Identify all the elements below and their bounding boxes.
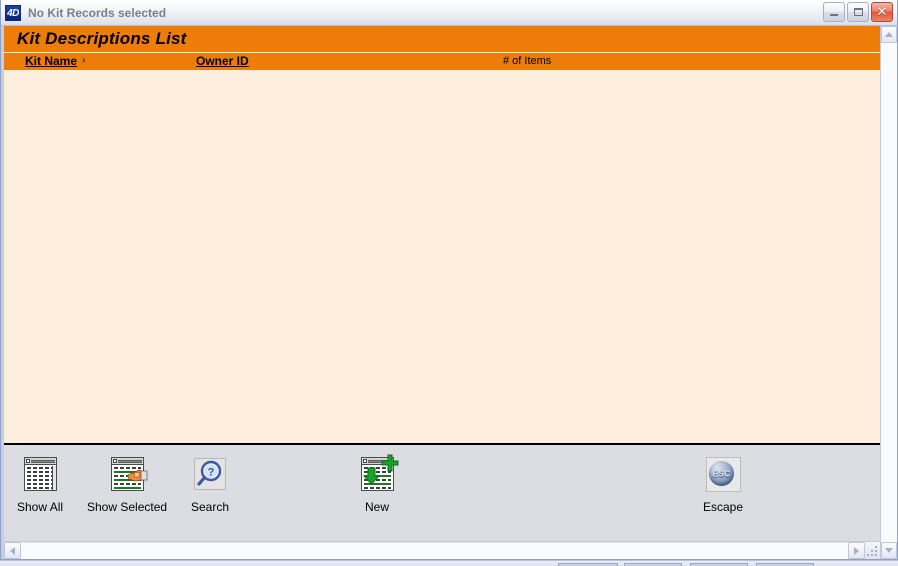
plus-icon bbox=[381, 454, 399, 472]
pointing-hand-icon bbox=[127, 469, 148, 482]
escape-label: Escape bbox=[703, 500, 744, 514]
new-label: New bbox=[364, 500, 389, 514]
column-header-owner-id[interactable]: Owner ID bbox=[196, 54, 249, 68]
esc-sphere-icon: ESC bbox=[703, 456, 743, 496]
download-arrow-icon bbox=[363, 467, 380, 485]
minimize-icon bbox=[824, 3, 844, 21]
window-resize-grip[interactable] bbox=[865, 542, 880, 559]
scroll-up-button[interactable] bbox=[881, 26, 897, 43]
minimize-button[interactable] bbox=[823, 2, 845, 22]
horizontal-scroll-track[interactable] bbox=[21, 542, 848, 559]
maximize-icon bbox=[848, 3, 868, 21]
chevron-right-icon bbox=[854, 546, 859, 555]
page-title: Kit Descriptions List bbox=[17, 29, 187, 48]
chevron-down-icon bbox=[885, 548, 893, 553]
scroll-right-button[interactable] bbox=[848, 542, 865, 559]
magnifier-question-icon: ? bbox=[190, 456, 230, 496]
new-record-plus-icon bbox=[357, 454, 399, 496]
list-rows-area[interactable] bbox=[4, 70, 880, 443]
search-label: Search bbox=[190, 500, 230, 514]
show-selected-label: Show Selected bbox=[87, 500, 168, 514]
show-all-label: Show All bbox=[17, 500, 64, 514]
window-body: Kit Descriptions List Kit Name › Owner I… bbox=[1, 26, 897, 559]
app-logo-icon: 4D bbox=[5, 4, 21, 21]
escape-button[interactable]: ESC Escape bbox=[703, 456, 743, 514]
content-column: Kit Descriptions List Kit Name › Owner I… bbox=[1, 26, 880, 559]
window-controls: ✕ bbox=[823, 2, 893, 22]
chevron-left-icon bbox=[10, 546, 15, 555]
scroll-left-button[interactable] bbox=[4, 542, 21, 559]
list-column-headers: Kit Name › Owner ID # of Items bbox=[4, 53, 880, 70]
show-selected-button[interactable]: Show Selected bbox=[87, 456, 167, 514]
kit-descriptions-list-panel: Kit Descriptions List Kit Name › Owner I… bbox=[4, 26, 880, 445]
window-title-bar[interactable]: 4D No Kit Records selected ✕ bbox=[1, 0, 897, 26]
vertical-scrollbar[interactable] bbox=[880, 26, 897, 559]
sort-direction-icon: › bbox=[82, 55, 86, 66]
horizontal-scrollbar[interactable] bbox=[4, 541, 880, 559]
show-all-button[interactable]: Show All bbox=[17, 456, 63, 514]
vertical-scroll-track[interactable] bbox=[881, 43, 897, 542]
search-button[interactable]: ? Search bbox=[190, 456, 230, 514]
scroll-down-button[interactable] bbox=[881, 542, 897, 559]
new-button[interactable]: New bbox=[357, 454, 399, 514]
column-header-kit-name[interactable]: Kit Name bbox=[25, 54, 77, 68]
list-selected-hand-icon bbox=[107, 456, 149, 496]
chevron-up-icon bbox=[885, 32, 893, 37]
list-title-bar: Kit Descriptions List bbox=[4, 26, 880, 53]
svg-text:?: ? bbox=[208, 467, 215, 479]
bottom-toolbar: Show All Show Selected ? Search New ESC … bbox=[4, 445, 880, 541]
maximize-button[interactable] bbox=[847, 2, 869, 22]
close-button[interactable]: ✕ bbox=[871, 2, 893, 22]
desktop-taskbar[interactable] bbox=[0, 560, 898, 566]
window-title: No Kit Records selected bbox=[28, 5, 167, 20]
column-header-num-items: # of Items bbox=[503, 55, 552, 67]
list-window-icon bbox=[20, 456, 60, 496]
application-window: 4D No Kit Records selected ✕ Kit Descrip… bbox=[0, 0, 898, 560]
close-icon: ✕ bbox=[876, 4, 888, 20]
esc-icon-text: ESC bbox=[712, 469, 731, 478]
